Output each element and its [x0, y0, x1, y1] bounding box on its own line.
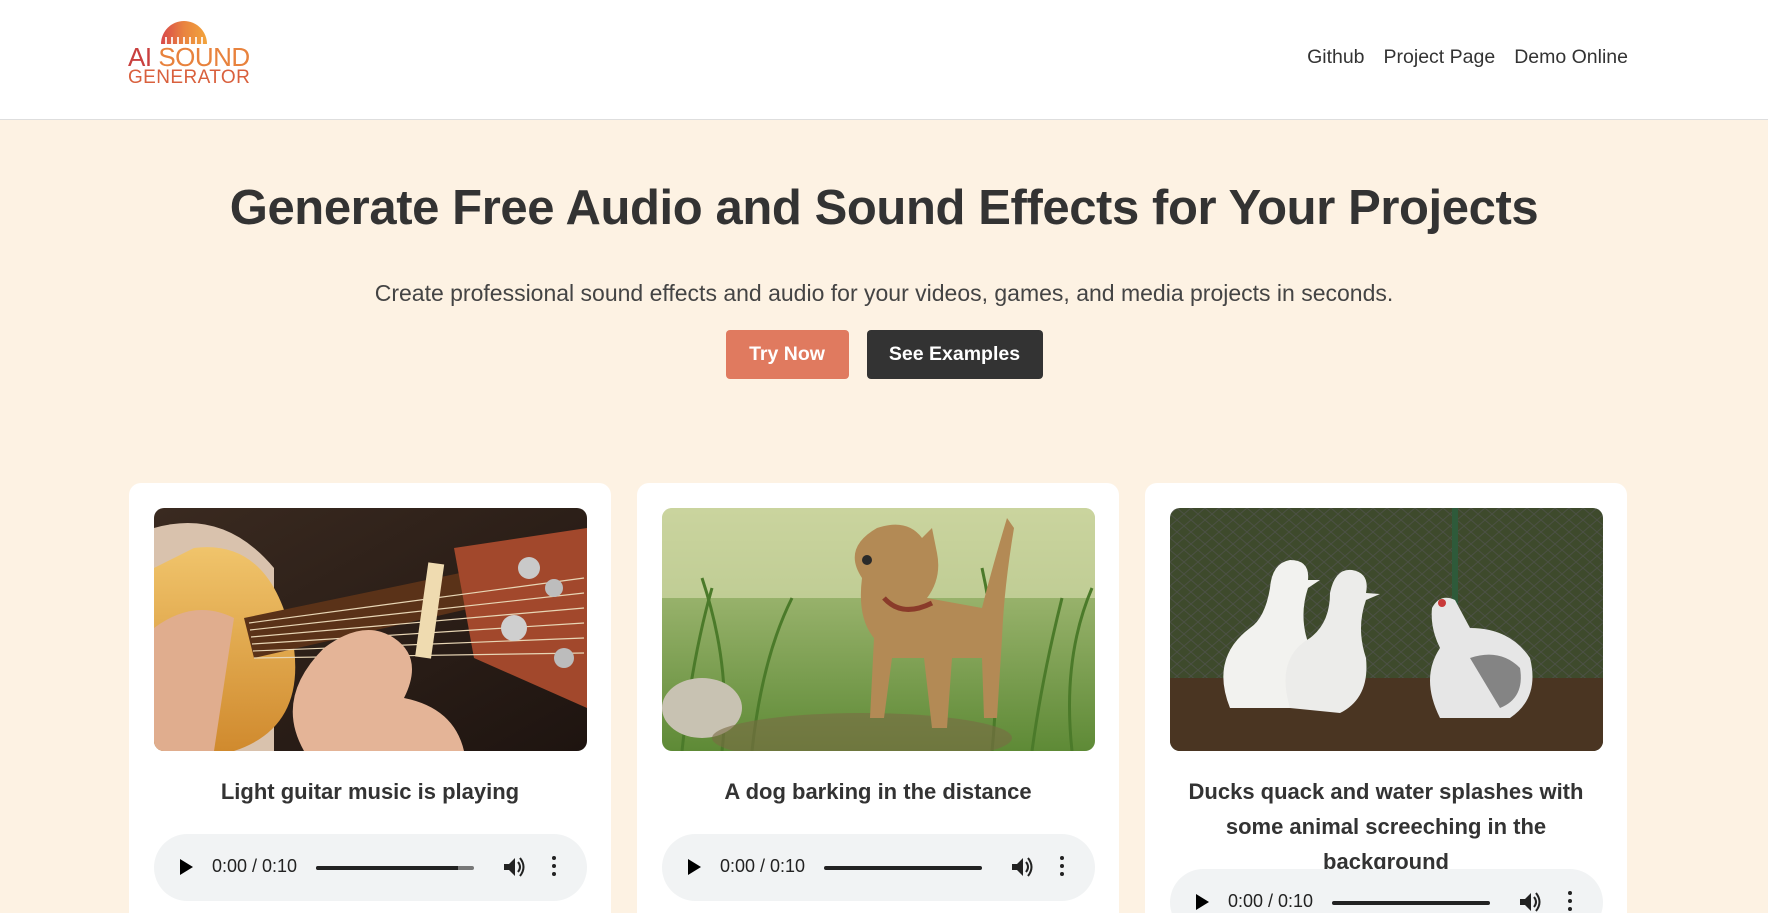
- site-header: AI SOUND GENERATOR Github Project Page D…: [0, 0, 1768, 120]
- audio-time: 0:00 / 0:10: [1228, 891, 1314, 911]
- more-options-icon[interactable]: [1059, 856, 1065, 878]
- volume-icon[interactable]: [1518, 891, 1542, 913]
- nav-link-demo-online[interactable]: Demo Online: [1514, 46, 1628, 69]
- example-caption: Ducks quack and water splashes with some…: [1188, 779, 1584, 874]
- audio-progress-bar[interactable]: [824, 866, 982, 870]
- hero-buttons: Try Now See Examples: [0, 330, 1768, 379]
- more-options-icon[interactable]: [1567, 891, 1573, 913]
- hero-subtitle: Create professional sound effects and au…: [374, 280, 1394, 306]
- audio-progress-bar[interactable]: [316, 866, 474, 870]
- audio-progress-fill: [1332, 901, 1490, 905]
- hero-title: Generate Free Audio and Sound Effects fo…: [229, 181, 1539, 235]
- audio-player[interactable]: 0:00 / 0:10: [154, 834, 587, 901]
- example-card: A dog barking in the distance 0:00 / 0:1…: [637, 483, 1119, 913]
- play-icon[interactable]: [1196, 894, 1209, 910]
- audio-progress-fill: [824, 866, 982, 870]
- ducks-photo: [1170, 508, 1603, 751]
- logo-sun-icon: [161, 21, 207, 44]
- more-options-icon[interactable]: [551, 856, 557, 878]
- site-logo[interactable]: AI SOUND GENERATOR: [128, 20, 251, 90]
- logo-text-line2: GENERATOR: [128, 67, 251, 88]
- guitar-photo: [154, 508, 587, 751]
- see-examples-button[interactable]: See Examples: [866, 330, 1043, 379]
- volume-icon[interactable]: [502, 856, 526, 878]
- audio-time: 0:00 / 0:10: [212, 856, 298, 876]
- volume-icon[interactable]: [1010, 856, 1034, 878]
- nav-link-github[interactable]: Github: [1307, 46, 1364, 69]
- audio-time: 0:00 / 0:10: [720, 856, 806, 876]
- example-caption: A dog barking in the distance: [724, 779, 1032, 804]
- audio-player[interactable]: 0:00 / 0:10: [662, 834, 1095, 901]
- example-caption: Light guitar music is playing: [220, 779, 520, 804]
- example-card: Ducks quack and water splashes with some…: [1145, 483, 1627, 913]
- audio-progress-fill: [316, 866, 459, 870]
- nav-link-project-page[interactable]: Project Page: [1384, 46, 1496, 69]
- play-icon[interactable]: [180, 859, 193, 875]
- main-nav: Github Project Page Demo Online: [1307, 46, 1628, 69]
- dog-photo: [662, 508, 1095, 751]
- example-card: Light guitar music is playing 0:00 / 0:1…: [129, 483, 611, 913]
- audio-progress-bar[interactable]: [1332, 901, 1490, 905]
- audio-player[interactable]: 0:00 / 0:10: [1170, 869, 1603, 913]
- try-now-button[interactable]: Try Now: [725, 330, 849, 379]
- play-icon[interactable]: [688, 859, 701, 875]
